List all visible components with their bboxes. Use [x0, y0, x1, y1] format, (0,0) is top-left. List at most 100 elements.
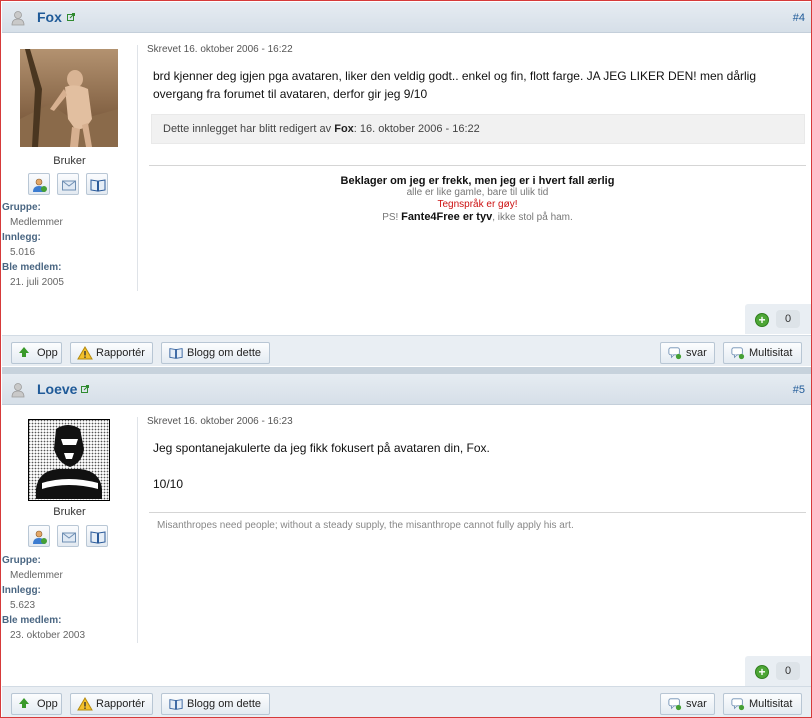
blog-label: Blogg om dette: [187, 698, 261, 710]
author-info: Gruppe: Medlemmer Innlegg: 5.016 Ble med…: [2, 200, 137, 290]
info-label: Ble medlem:: [2, 262, 62, 273]
author-info: Gruppe: Medlemmer Innlegg: 5.623 Ble med…: [2, 553, 137, 643]
book-icon: [90, 179, 106, 192]
send-message-button[interactable]: [57, 173, 79, 195]
report-button[interactable]: Rapportér: [70, 342, 153, 364]
signature-line: Tegnspråk er gøy!: [437, 199, 518, 210]
post-footer: Opp Rapportér Blogg om dette svar Multis…: [2, 335, 811, 366]
book-icon: [169, 699, 183, 710]
blog-label: Blogg om dette: [187, 347, 261, 359]
offline-user-icon: [11, 383, 25, 398]
user-rank: Bruker: [53, 506, 86, 518]
book-icon: [90, 531, 106, 544]
reply-label: svar: [686, 698, 707, 710]
signature: Misanthropes need people; without a stea…: [157, 520, 574, 531]
quote-bubble-icon: [731, 347, 745, 360]
info-value: 21. juli 2005: [10, 277, 64, 288]
multiquote-label: Multisitat: [749, 347, 793, 359]
signature-line: PS! Fante4Free er tyv, ikke stol på ham.: [149, 211, 806, 224]
post-number-link[interactable]: #5: [793, 384, 805, 396]
info-value: 5.016: [10, 247, 36, 258]
forum-post: Fox #4 Bruker Gruppe: Medlemmer Innlegg:…: [2, 2, 811, 367]
reputation-count: 0: [776, 310, 800, 328]
info-value: Medlemmer: [10, 570, 63, 581]
author-name[interactable]: Loeve: [37, 381, 77, 397]
view-profile-button[interactable]: [28, 525, 50, 547]
post-header: Loeve #5: [2, 374, 811, 405]
post-date: Skrevet 16. oktober 2006 - 16:22: [147, 44, 293, 55]
edit-notice-date: : 16. oktober 2006 - 16:22: [353, 123, 480, 135]
info-label: Innlegg:: [2, 232, 41, 243]
rep-plus-icon[interactable]: +: [755, 665, 769, 679]
signature-line: alle er like gamle, bare til ulik tid: [406, 187, 549, 198]
envelope-icon: [62, 180, 76, 191]
view-blog-button[interactable]: [86, 525, 108, 547]
post-footer: Opp Rapportér Blogg om dette svar Multis…: [2, 686, 811, 717]
up-label: Opp: [37, 698, 58, 710]
signature-bold: Fante4Free er tyv: [401, 211, 493, 223]
reply-button[interactable]: svar: [660, 342, 715, 364]
report-label: Rapportér: [96, 347, 145, 359]
signature-line: Beklager om jeg er frekk, men jeg er i h…: [340, 175, 615, 187]
user-rank: Bruker: [53, 155, 86, 167]
blog-this-button[interactable]: Blogg om dette: [161, 693, 270, 715]
rep-plus-icon[interactable]: +: [755, 313, 769, 327]
reply-label: svar: [686, 347, 707, 359]
post-message: brd kjenner deg igjen pga avataren, like…: [153, 69, 757, 101]
report-label: Rapportér: [96, 698, 145, 710]
author-name[interactable]: Fox: [37, 9, 62, 25]
profile-link-icon[interactable]: [67, 13, 75, 21]
multiquote-button[interactable]: Multisitat: [723, 693, 802, 715]
multiquote-label: Multisitat: [749, 698, 793, 710]
reputation-box: + 0: [745, 304, 811, 334]
reply-bubble-icon: [668, 347, 682, 360]
signature: Beklager om jeg er frekk, men jeg er i h…: [149, 175, 806, 224]
view-blog-button[interactable]: [86, 173, 108, 195]
info-label: Ble medlem:: [2, 615, 62, 626]
sidebar-divider: [137, 45, 138, 291]
post-body: Bruker: [2, 405, 811, 686]
info-value: 23. oktober 2003: [10, 630, 86, 641]
user-profile-icon: [33, 530, 47, 544]
arrow-up-icon: [19, 698, 29, 708]
user-profile-icon: [33, 178, 47, 192]
post-message: Jeg spontanejakulerte da jeg fikk fokuse…: [153, 441, 490, 455]
forum-page: Fox #4 Bruker Gruppe: Medlemmer Innlegg:…: [0, 0, 812, 718]
signature-ps: PS!: [382, 212, 399, 223]
blog-this-button[interactable]: Blogg om dette: [161, 342, 270, 364]
send-message-button[interactable]: [57, 525, 79, 547]
warning-icon: [77, 346, 93, 360]
reply-bubble-icon: [668, 698, 682, 711]
envelope-icon: [62, 532, 76, 543]
info-label: Gruppe:: [2, 555, 41, 566]
post-message: 10/10: [153, 477, 184, 491]
signature-divider: [149, 512, 806, 513]
forum-post: Loeve #5 Bruker Gruppe: Medlemmer Innleg…: [2, 374, 811, 717]
sidebar-divider: [137, 417, 138, 643]
post-header: Fox #4: [2, 2, 811, 33]
book-icon: [169, 348, 183, 359]
edit-notice-prefix: Dette innlegget har blitt redigert av: [163, 123, 332, 135]
offline-user-icon: [11, 11, 25, 26]
warning-icon: [77, 697, 93, 711]
avatar[interactable]: [20, 49, 118, 147]
info-value: 5.623: [10, 600, 36, 611]
up-button[interactable]: Opp: [11, 342, 62, 364]
reputation-box: + 0: [745, 656, 811, 686]
avatar[interactable]: [28, 419, 110, 501]
info-value: Medlemmer: [10, 217, 63, 228]
post-date: Skrevet 16. oktober 2006 - 16:23: [147, 416, 293, 427]
arrow-up-icon: [19, 347, 29, 357]
reply-button[interactable]: svar: [660, 693, 715, 715]
post-number-link[interactable]: #4: [793, 12, 805, 24]
multiquote-button[interactable]: Multisitat: [723, 342, 802, 364]
edit-notice: Dette innlegget har blitt redigert av Fo…: [151, 114, 805, 144]
signature-divider: [149, 165, 806, 166]
reputation-count: 0: [776, 662, 800, 680]
quote-bubble-icon: [731, 698, 745, 711]
view-profile-button[interactable]: [28, 173, 50, 195]
profile-link-icon[interactable]: [81, 385, 89, 393]
up-button[interactable]: Opp: [11, 693, 62, 715]
edit-notice-author: Fox: [334, 123, 354, 135]
report-button[interactable]: Rapportér: [70, 693, 153, 715]
